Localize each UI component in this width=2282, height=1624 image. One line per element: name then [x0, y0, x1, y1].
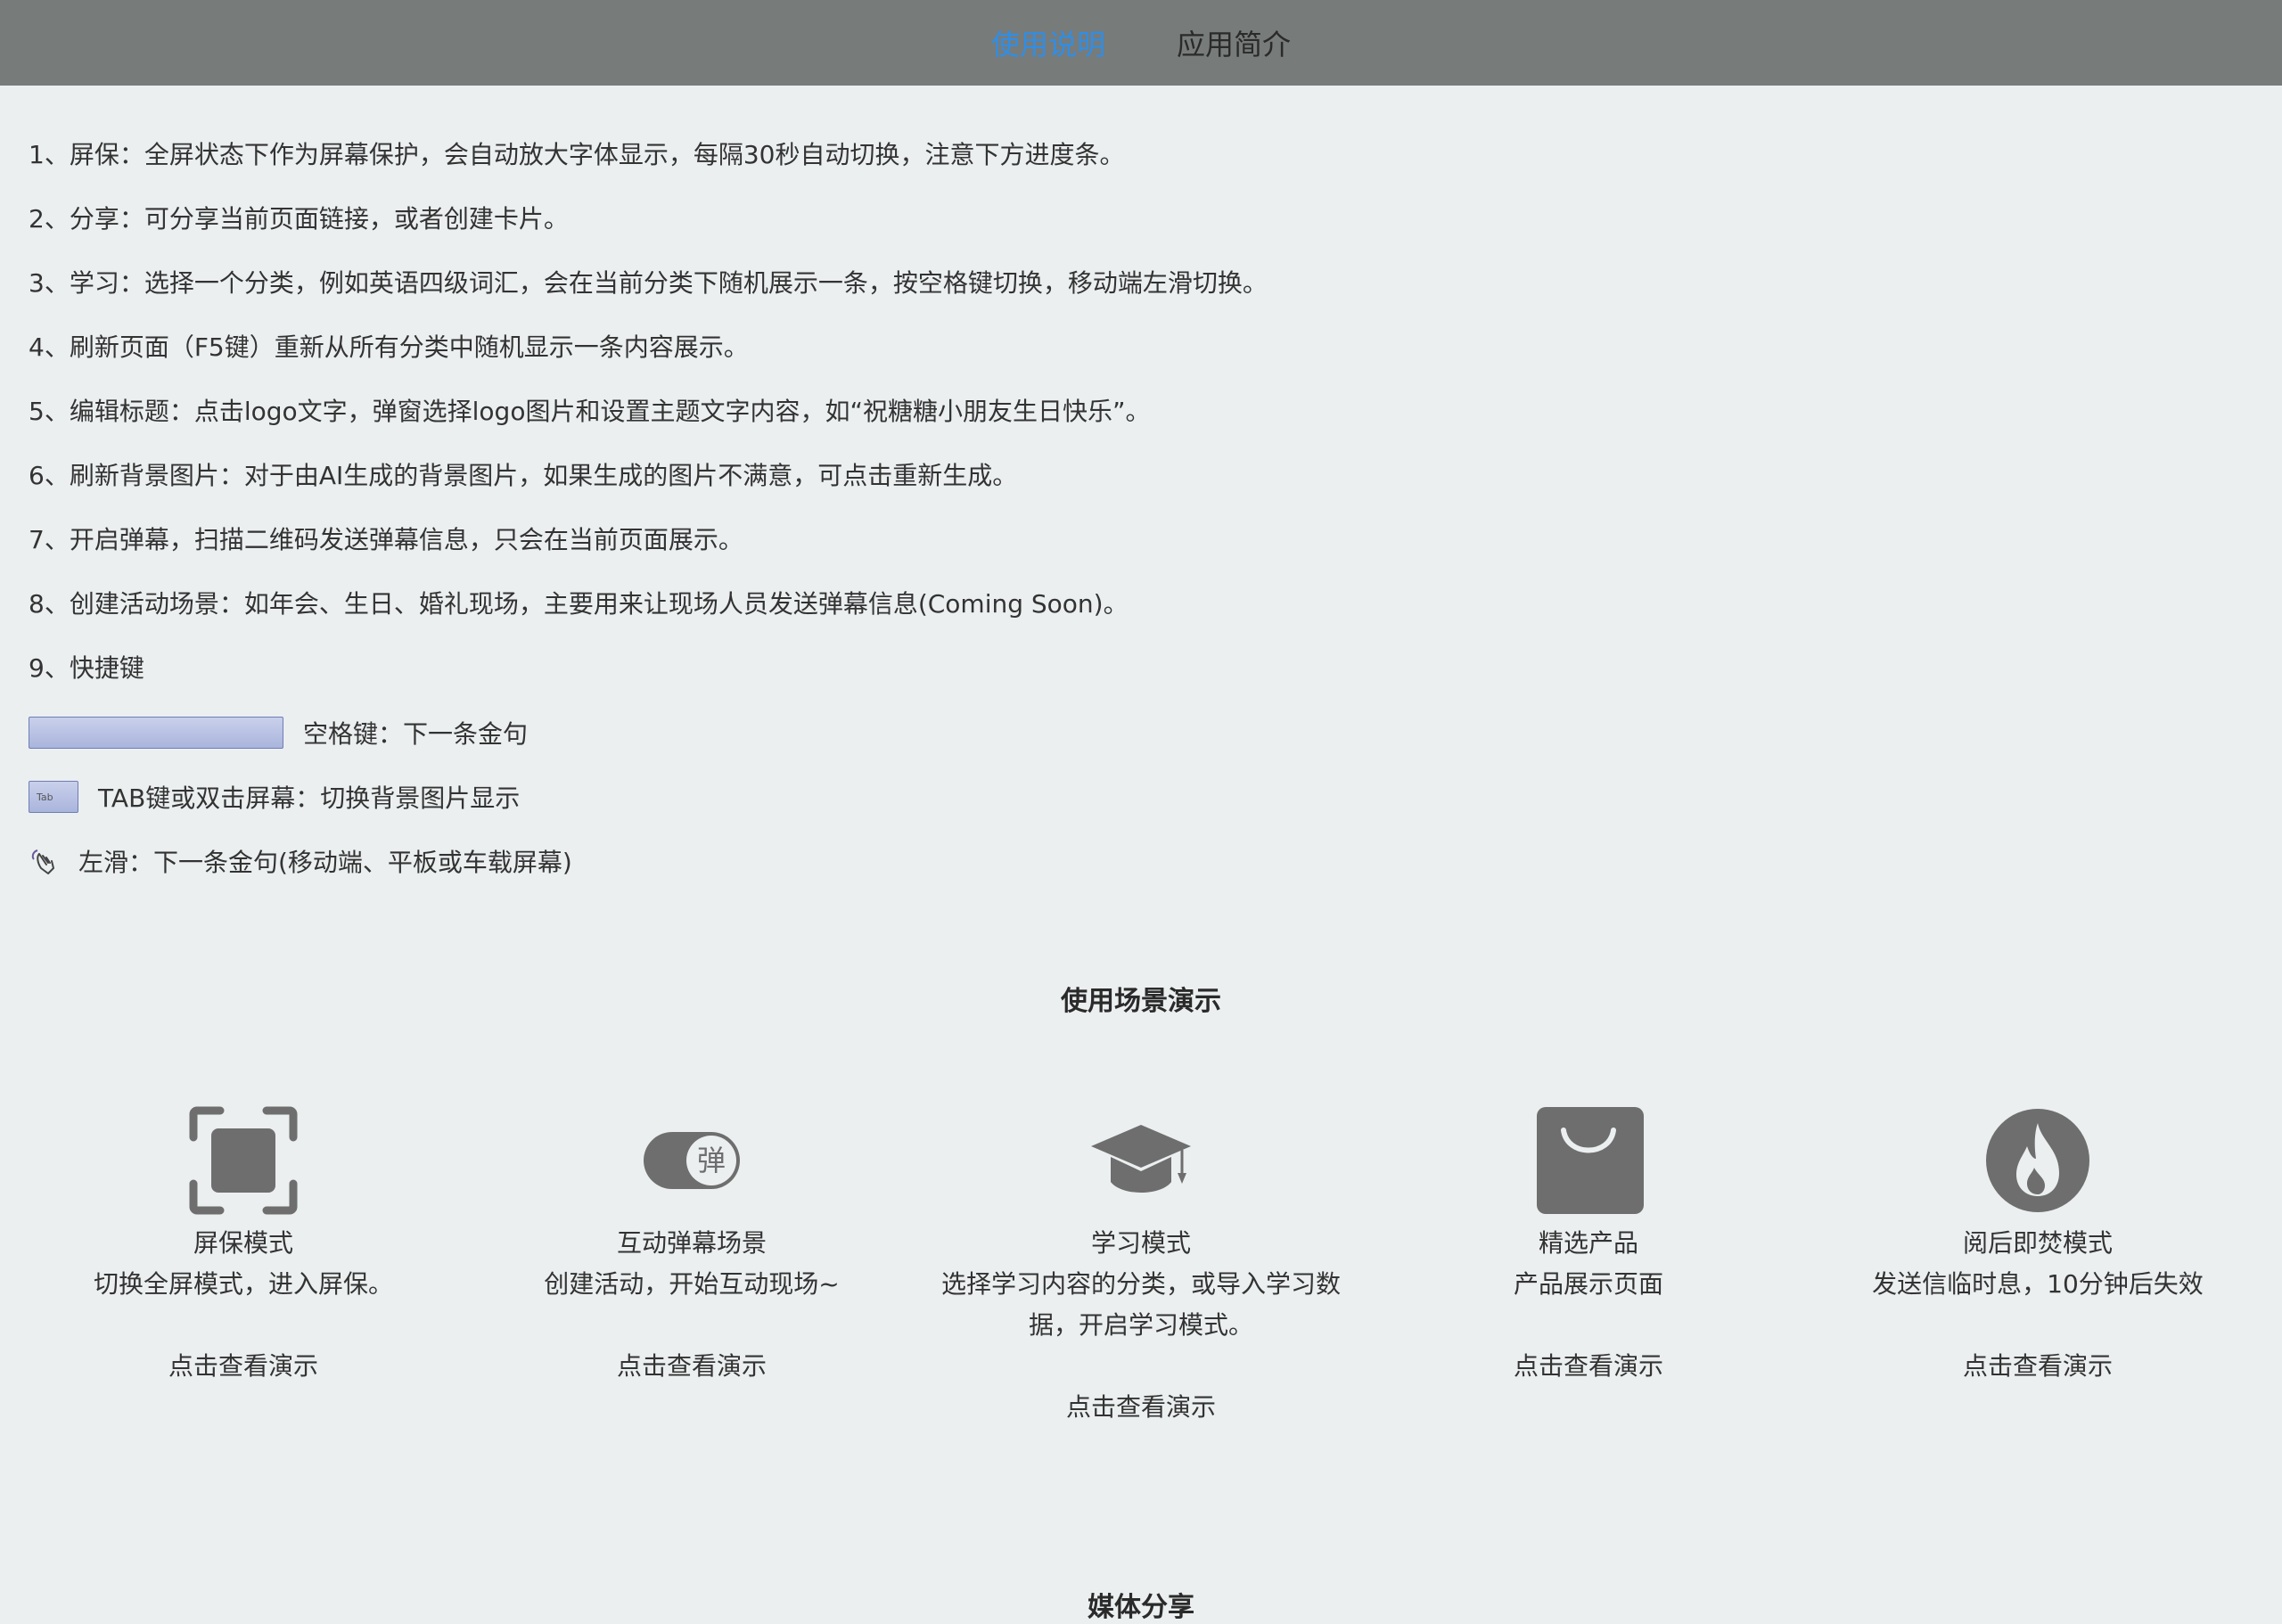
view-demo-link[interactable]: 点击查看演示 [29, 1346, 457, 1387]
view-demo-link[interactable]: 点击查看演示 [927, 1387, 1355, 1428]
fire-icon [1986, 1109, 2089, 1212]
scene-screensaver: 屏保模式 切换全屏模式，进入屏保。 点击查看演示 [29, 1105, 457, 1387]
instruction-item: 5、编辑标题：点击logo文字，弹窗选择logo图片和设置主题文字内容，如“祝糖… [29, 397, 1151, 426]
media-section-title: 媒体分享 [1088, 1592, 1194, 1623]
scene-danmaku: 弹 互动弹幕场景 创建活动，开始互动现场~ 点击查看演示 [478, 1105, 906, 1387]
instruction-item: 7、开启弹幕，扫描二维码发送弹幕信息，只会在当前页面展示。 [29, 525, 743, 554]
instruction-item: 8、创建活动场景：如年会、生日、婚礼现场，主要用来让现场人员发送弹幕信息(Com… [29, 589, 1129, 619]
scene-title: 学习模式 [1090, 1228, 1191, 1258]
scene-description: 创建活动，开始互动现场~ [544, 1269, 840, 1299]
scene-title: 屏保模式 [193, 1228, 293, 1258]
scenes-section-title: 使用场景演示 [1061, 986, 1221, 1017]
scene-description: 切换全屏模式，进入屏保。 [93, 1269, 393, 1299]
view-demo-link[interactable]: 点击查看演示 [1824, 1346, 2252, 1387]
scene-title: 精选产品 [1538, 1228, 1638, 1258]
view-demo-link[interactable]: 点击查看演示 [1375, 1346, 1802, 1387]
danmaku-icon-char: 弹 [697, 1144, 726, 1177]
scene-title: 互动弹幕场景 [616, 1228, 767, 1258]
graduation-cap-icon [1091, 1125, 1191, 1193]
scene-description: 产品展示页面 [1513, 1269, 1663, 1299]
scene-study: 学习模式 选择学习内容的分类，或导入学习数据，开启学习模式。 点击查看演示 [927, 1105, 1355, 1428]
shortcut-tab-label: TAB键或双击屏幕：切换背景图片显示 [98, 783, 521, 813]
instruction-item: 9、快捷键 [29, 653, 144, 683]
instruction-item: 2、分享：可分享当前页面链接，或者创建卡片。 [29, 204, 569, 234]
scene-products: 精选产品 产品展示页面 点击查看演示 [1375, 1105, 1802, 1387]
shortcut-space-label: 空格键：下一条金句 [303, 719, 529, 749]
spacebar-key-icon [29, 717, 283, 749]
scene-description: 发送信临时息，10分钟后失效 [1872, 1269, 2204, 1299]
shortcut-swipe-label: 左滑：下一条金句(移动端、平板或车载屏幕) [78, 848, 572, 877]
top-tab-bar: 使用说明 应用简介 [0, 0, 2282, 86]
fullscreen-icon [189, 1106, 298, 1215]
tab-usage-guide[interactable]: 使用说明 [956, 22, 1141, 63]
instruction-item: 1、屏保：全屏状态下作为屏幕保护，会自动放大字体显示，每隔30秒自动切换，注意下… [29, 140, 1125, 169]
instruction-item: 6、刷新背景图片：对于由AI生成的背景图片，如果生成的图片不满意，可点击重新生成… [29, 461, 1018, 490]
shortcut-space: 空格键：下一条金句 [29, 715, 1268, 750]
tab-key-icon: Tab [29, 781, 78, 813]
instruction-item: 3、学习：选择一个分类，例如英语四级词汇，会在当前分类下随机展示一条，按空格键切… [29, 268, 1268, 298]
shortcut-tab: Tab TAB键或双击屏幕：切换背景图片显示 [29, 779, 1268, 815]
instructions-list: 1、屏保：全屏状态下作为屏幕保护，会自动放大字体显示，每隔30秒自动切换，注意下… [29, 137, 1268, 907]
shortcut-swipe: 左滑：下一条金句(移动端、平板或车载屏幕) [29, 843, 1268, 879]
swipe-hand-icon [31, 849, 54, 874]
scene-description: 选择学习内容的分类，或导入学习数据，开启学习模式。 [940, 1269, 1341, 1340]
instruction-item: 4、刷新页面（F5键）重新从所有分类中随机显示一条内容展示。 [29, 332, 749, 362]
shopping-bag-icon [1537, 1107, 1644, 1214]
danmaku-toggle-icon: 弹 [644, 1132, 740, 1189]
scene-burn-after-read: 阅后即焚模式 发送信临时息，10分钟后失效 点击查看演示 [1824, 1105, 2252, 1387]
view-demo-link[interactable]: 点击查看演示 [478, 1346, 906, 1387]
scene-title: 阅后即焚模式 [1962, 1228, 2113, 1258]
tab-app-intro[interactable]: 应用简介 [1141, 22, 1326, 63]
